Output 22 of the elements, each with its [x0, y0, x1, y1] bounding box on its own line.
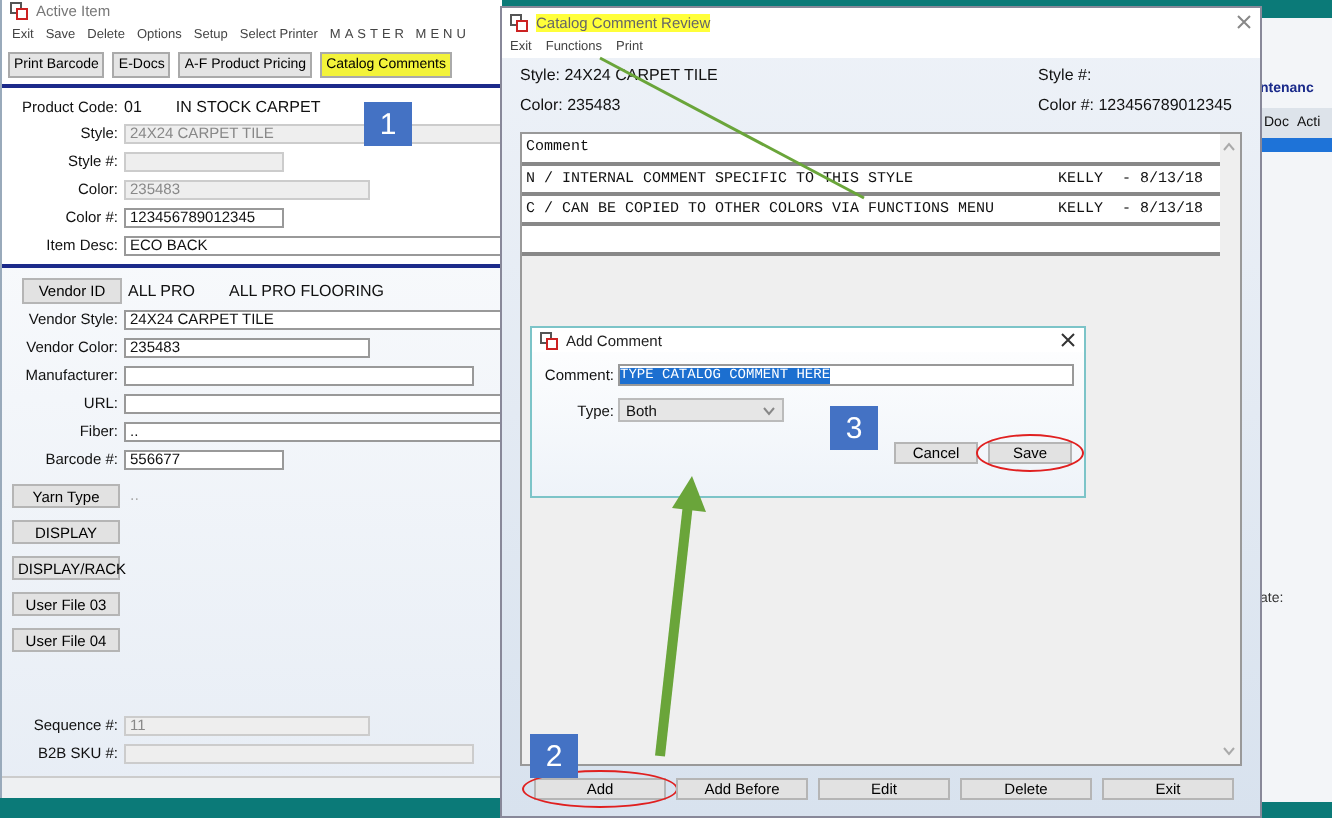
- step-badge: 3: [830, 406, 878, 450]
- empty-row[interactable]: [522, 226, 1220, 256]
- window-icon: [510, 13, 528, 31]
- input-field[interactable]: [124, 152, 284, 172]
- vendor-id: ALL PRO: [128, 281, 195, 299]
- input-field[interactable]: [124, 744, 474, 764]
- selected-row: [1260, 138, 1332, 152]
- vendor-name: ALL PRO FLOORING: [229, 281, 384, 299]
- scroll-up-icon[interactable]: [1222, 142, 1236, 152]
- input-field[interactable]: [124, 366, 474, 386]
- chevron-down-icon: [762, 405, 776, 415]
- color-number-label: Color #: 123456789012345: [1038, 96, 1232, 114]
- product-code: 01: [124, 98, 142, 116]
- product-name: IN STOCK CARPET: [175, 98, 321, 116]
- style-number-label: Style #:: [1038, 66, 1094, 84]
- color-label: Color: 235483: [520, 96, 623, 114]
- close-icon[interactable]: [1060, 332, 1076, 348]
- scroll-down-icon[interactable]: [1222, 746, 1236, 756]
- input-field[interactable]: [124, 394, 502, 414]
- step-badge: 1: [364, 102, 412, 146]
- step-badge: 2: [530, 734, 578, 778]
- field-value: ..: [130, 486, 139, 504]
